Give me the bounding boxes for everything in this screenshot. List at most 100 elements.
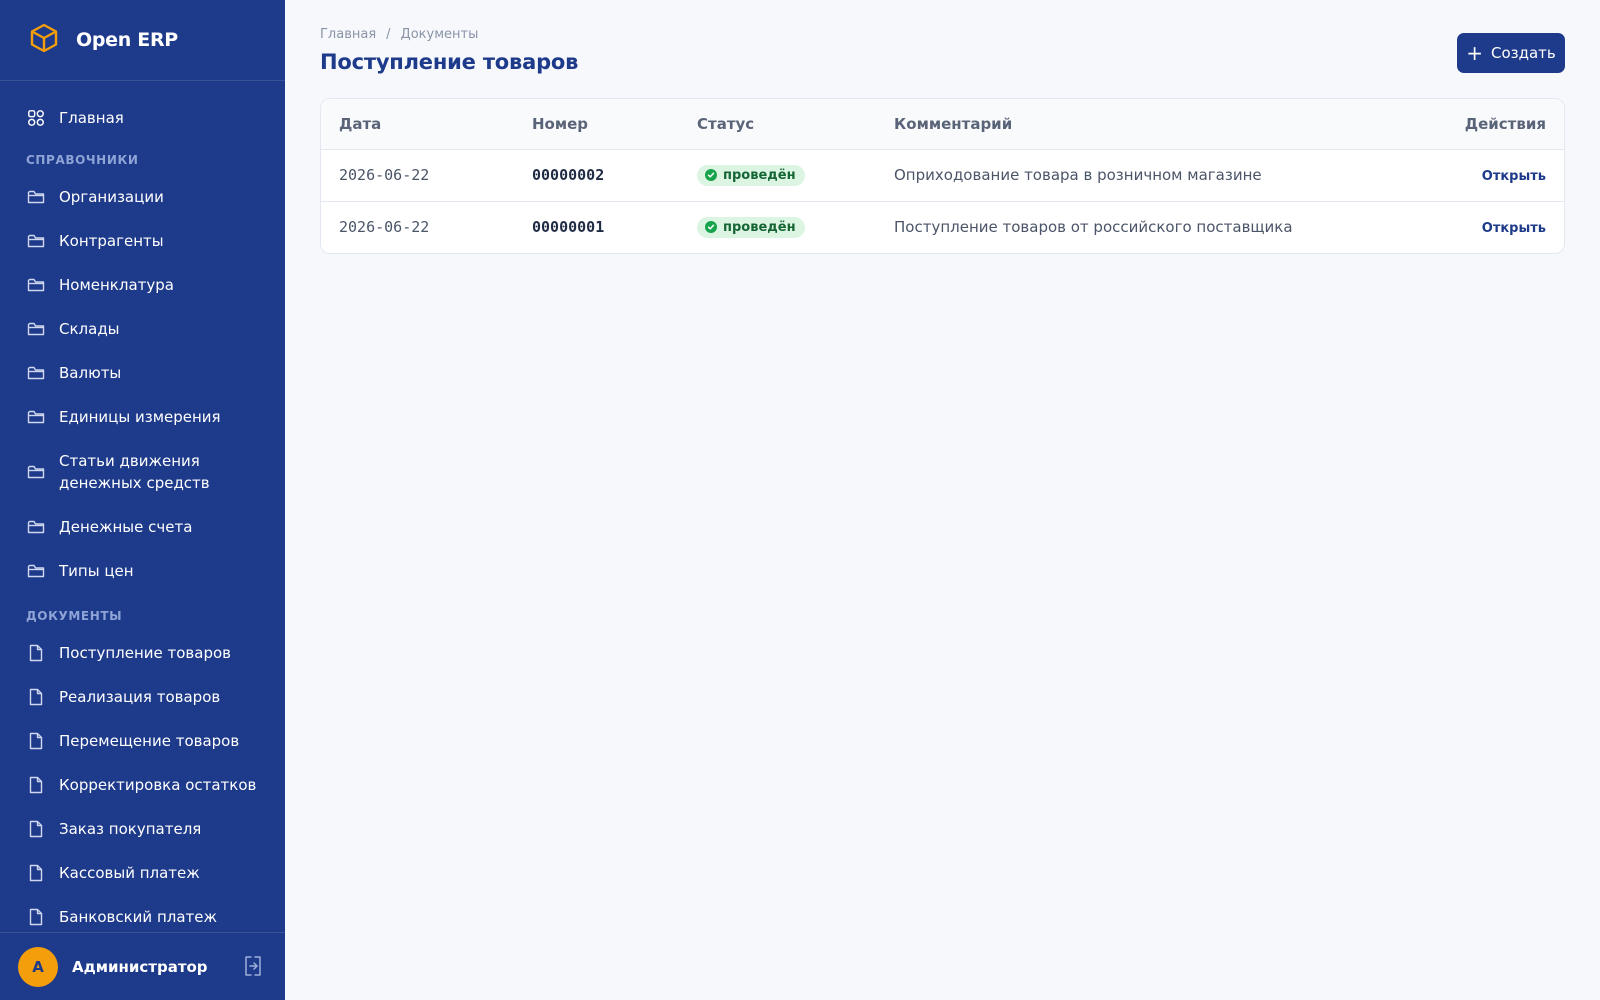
avatar[interactable]: А <box>18 946 58 987</box>
sidebar-item-home[interactable]: Главная <box>0 99 285 137</box>
column-header-actions: Действия <box>1424 99 1564 150</box>
sidebar-item-label: Контрагенты <box>59 232 164 250</box>
breadcrumb-current[interactable]: Документы <box>401 27 479 42</box>
sidebar-item-cash-payment[interactable]: Кассовый платеж <box>0 851 285 895</box>
status-badge: проведён <box>697 164 805 186</box>
main-content: Главная / Документы Поступление товаров … <box>285 0 1600 1000</box>
folder-icon <box>27 364 45 382</box>
sidebar-item-label: Заказ покупателя <box>59 820 202 838</box>
folder-icon <box>27 188 45 206</box>
breadcrumb-separator: / <box>386 27 391 42</box>
document-icon <box>27 688 45 706</box>
document-icon <box>27 864 45 882</box>
folder-icon <box>27 408 45 426</box>
sidebar-item-label: Реализация товаров <box>59 688 221 706</box>
sidebar-item-label: Банковский платеж <box>59 908 218 926</box>
sidebar-nav: Главная СПРАВОЧНИКИ Организации Контраге… <box>0 81 285 932</box>
document-icon <box>27 776 45 794</box>
sidebar: Open ERP Главная СПРАВОЧНИКИ Организации… <box>0 0 285 1000</box>
table-row[interactable]: 2026-06-22 00000001 проведён Поступление… <box>321 201 1564 253</box>
column-header-status[interactable]: Статус <box>679 99 876 150</box>
documents-table: Дата Номер Статус Комментарий Действия 2… <box>320 98 1565 254</box>
section-title-references: СПРАВОЧНИКИ <box>26 153 139 167</box>
folder-icon <box>27 276 45 294</box>
cell-date: 2026-06-22 <box>321 149 514 202</box>
table-header-row: Дата Номер Статус Комментарий Действия <box>321 99 1564 150</box>
status-badge-label: проведён <box>723 167 796 183</box>
sidebar-item-price-types[interactable]: Типы цен <box>0 549 285 593</box>
grid-icon <box>27 109 45 127</box>
folder-icon <box>27 518 45 536</box>
cell-date: 2026-06-22 <box>339 218 430 237</box>
sidebar-item-label: Денежные счета <box>59 518 193 536</box>
cell-actions: Открыть <box>1424 149 1564 202</box>
logout-icon[interactable] <box>243 955 263 977</box>
status-badge: проведён <box>697 216 805 238</box>
column-header-comment[interactable]: Комментарий <box>876 99 1424 150</box>
sidebar-item-label: Организации <box>59 188 164 206</box>
folder-icon <box>27 320 45 338</box>
document-icon <box>27 820 45 838</box>
document-icon <box>27 732 45 750</box>
breadcrumb-home[interactable]: Главная <box>320 27 376 42</box>
cell-number: 00000001 <box>532 218 605 237</box>
check-circle-icon <box>705 169 717 181</box>
sidebar-item-counterparties[interactable]: Контрагенты <box>0 219 285 263</box>
sidebar-item-label: Единицы измерения <box>59 408 221 426</box>
folder-icon <box>27 463 45 481</box>
document-icon <box>27 908 45 926</box>
folder-icon <box>27 562 45 580</box>
sidebar-item-label: Главная <box>59 109 124 127</box>
cell-comment: Поступление товаров от российского поста… <box>894 218 1293 237</box>
check-circle-icon <box>705 221 717 234</box>
sidebar-item-warehouses[interactable]: Склады <box>0 307 285 351</box>
sidebar-item-label: Валюты <box>59 364 122 382</box>
column-header-date[interactable]: Дата <box>321 99 514 150</box>
cell-status: проведён <box>679 149 876 202</box>
breadcrumb: Главная / Документы <box>320 27 478 42</box>
sidebar-item-label: Корректировка остатков <box>59 776 257 794</box>
sidebar-item-money-accounts[interactable]: Денежные счета <box>0 505 285 549</box>
document-icon <box>27 644 45 662</box>
sidebar-item-cashflow-items[interactable]: Статьи движения денежных средств <box>0 439 285 505</box>
app-name: Open ERP <box>76 29 178 51</box>
sidebar-item-label: Поступление товаров <box>59 644 231 662</box>
section-title-documents: ДОКУМЕНТЫ <box>26 609 123 623</box>
cube-logo-icon <box>28 22 60 58</box>
user-panel: А Администратор <box>0 932 285 1000</box>
user-name: Администратор <box>72 957 208 976</box>
open-link[interactable]: Открыть <box>1482 169 1546 184</box>
create-button[interactable]: + Создать <box>1457 33 1565 73</box>
sidebar-item-label-line2: денежных средств <box>59 474 210 492</box>
brand[interactable]: Open ERP <box>0 0 285 81</box>
cell-comment: Оприходование товара в розничном магазин… <box>876 149 1424 202</box>
cell-actions: Открыть <box>1424 201 1564 253</box>
sidebar-item-bank-payment[interactable]: Банковский платеж <box>0 895 285 932</box>
sidebar-item-label: Перемещение товаров <box>59 732 240 750</box>
sidebar-item-units[interactable]: Единицы измерения <box>0 395 285 439</box>
sidebar-item-nomenclature[interactable]: Номенклатура <box>0 263 285 307</box>
sidebar-item-label: Склады <box>59 320 120 338</box>
table-row[interactable]: 2026-06-22 00000002 проведён Оприходован… <box>321 149 1564 202</box>
open-link[interactable]: Открыть <box>1482 221 1546 236</box>
sidebar-item-label: Типы цен <box>59 562 134 580</box>
sidebar-item-label: Номенклатура <box>59 276 174 294</box>
sidebar-item-goods-sales[interactable]: Реализация товаров <box>0 675 285 719</box>
plus-icon: + <box>1466 41 1483 65</box>
sidebar-item-stock-adjustment[interactable]: Корректировка остатков <box>0 763 285 807</box>
sidebar-item-label-line1: Статьи движения <box>59 452 200 470</box>
sidebar-item-currencies[interactable]: Валюты <box>0 351 285 395</box>
cell-status: проведён <box>679 201 876 253</box>
sidebar-item-label: Статьи движения денежных средств <box>59 450 210 494</box>
sidebar-item-label: Кассовый платеж <box>59 864 200 882</box>
sidebar-item-goods-transfer[interactable]: Перемещение товаров <box>0 719 285 763</box>
page-title: Поступление товаров <box>320 50 579 74</box>
cell-number: 00000002 <box>514 149 679 202</box>
column-header-number[interactable]: Номер <box>514 99 679 150</box>
folder-icon <box>27 232 45 250</box>
sidebar-item-organizations[interactable]: Организации <box>0 175 285 219</box>
create-button-label: Создать <box>1490 44 1556 62</box>
status-badge-label: проведён <box>723 219 796 235</box>
sidebar-item-goods-receipt[interactable]: Поступление товаров <box>0 631 285 675</box>
sidebar-item-customer-order[interactable]: Заказ покупателя <box>0 807 285 851</box>
